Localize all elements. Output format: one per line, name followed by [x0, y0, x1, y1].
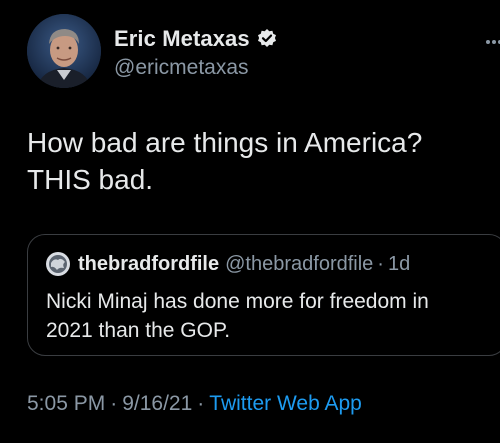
quoted-tweet-card[interactable]: thebradfordfile @thebradfordfile · 1d Ni…: [27, 234, 500, 356]
tweet-text-line-1: How bad are things in America?: [27, 127, 423, 158]
quoted-author-handle[interactable]: @thebradfordfile: [225, 253, 373, 276]
quoted-text-line-2: 2021 than the GOP.: [46, 319, 231, 342]
quoted-timestamp[interactable]: 1d: [388, 253, 410, 276]
more-options-icon[interactable]: [486, 32, 500, 44]
tweet-metadata: 5:05 PM · 9/16/21 · Twitter Web App: [27, 392, 362, 416]
author-avatar[interactable]: [27, 14, 101, 88]
tweet-text: How bad are things in America? THIS bad.: [27, 124, 477, 198]
tweet-date[interactable]: 9/16/21: [122, 392, 192, 415]
author-display-name[interactable]: Eric Metaxas: [114, 26, 250, 52]
tweet-source-link[interactable]: Twitter Web App: [209, 392, 362, 415]
tweet-time[interactable]: 5:05 PM: [27, 392, 105, 415]
verified-badge-icon: [256, 28, 278, 50]
author-handle[interactable]: @ericmetaxas: [114, 56, 278, 80]
quoted-text-line-1: Nicki Minaj has done more for freedom in: [46, 290, 429, 313]
metadata-separator: ·: [110, 392, 118, 415]
quoted-separator: ·: [377, 252, 384, 275]
quoted-author-avatar[interactable]: [46, 252, 70, 276]
quoted-tweet-text: Nicki Minaj has done more for freedom in…: [46, 287, 486, 345]
tweet-text-line-2: THIS bad.: [27, 164, 154, 195]
author-block: Eric Metaxas @ericmetaxas: [114, 24, 278, 80]
author-name-row: Eric Metaxas: [114, 24, 278, 54]
quoted-author-name[interactable]: thebradfordfile: [78, 253, 219, 276]
quoted-tweet-header: thebradfordfile @thebradfordfile · 1d: [46, 252, 410, 276]
metadata-separator: ·: [197, 392, 205, 415]
